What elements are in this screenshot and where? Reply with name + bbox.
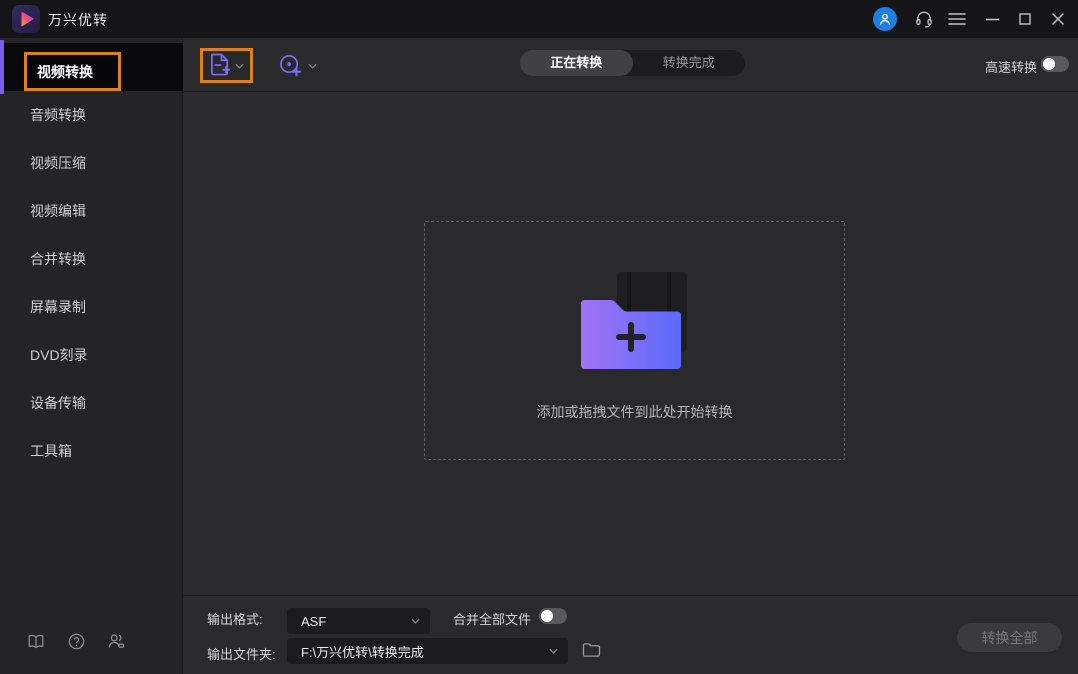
sidebar: 视频转换 音频转换 视频压缩 视频编辑 合并转换 屏幕录制 DVD刻录 设备传输… xyxy=(0,38,183,674)
maximize-icon[interactable] xyxy=(1012,6,1038,32)
chevron-down-icon xyxy=(235,63,244,69)
hamburger-menu-icon[interactable] xyxy=(946,8,968,30)
toolbar: 正在转换 转换完成 高速转换 xyxy=(183,38,1078,92)
output-folder-select[interactable]: F:\万兴优转\转换完成 xyxy=(287,638,568,664)
active-item-highlight-box: 视频转换 xyxy=(24,52,121,91)
add-disc-icon xyxy=(279,54,302,77)
add-file-icon xyxy=(210,53,231,78)
contact-icon[interactable] xyxy=(106,631,126,651)
sidebar-item-screen-record[interactable]: 屏幕录制 xyxy=(0,284,182,330)
sidebar-item-dvd-burn[interactable]: DVD刻录 xyxy=(0,332,182,378)
add-file-button[interactable] xyxy=(200,48,253,83)
sidebar-item-label: 视频编辑 xyxy=(30,201,86,221)
minimize-icon[interactable] xyxy=(979,6,1005,32)
sidebar-item-video-compress[interactable]: 视频压缩 xyxy=(0,140,182,186)
dropzone-hint: 添加或拖拽文件到此处开始转换 xyxy=(425,402,844,422)
merge-files-label: 合并全部文件 xyxy=(453,609,531,628)
output-folder-value: F:\万兴优转\转换完成 xyxy=(301,642,549,661)
app-title: 万兴优转 xyxy=(48,10,108,30)
sidebar-item-label: 合并转换 xyxy=(30,249,86,269)
app-logo xyxy=(12,5,40,33)
sidebar-item-audio-convert[interactable]: 音频转换 xyxy=(0,92,182,138)
output-panel: 输出格式: ASF 合并全部文件 输出文件夹: F:\万兴优转\转换完成 转换全… xyxy=(183,595,1078,674)
sidebar-item-label: DVD刻录 xyxy=(30,345,88,365)
sidebar-item-merge-convert[interactable]: 合并转换 xyxy=(0,236,182,282)
chevron-down-icon xyxy=(411,618,420,624)
fast-convert-toggle[interactable] xyxy=(1041,56,1069,72)
output-format-value: ASF xyxy=(301,614,411,629)
sidebar-item-label: 视频压缩 xyxy=(30,153,86,173)
sidebar-item-video-convert[interactable]: 视频转换 xyxy=(4,43,183,91)
sidebar-item-label: 屏幕录制 xyxy=(30,297,86,317)
add-folder-illustration xyxy=(581,272,689,377)
output-format-label: 输出格式: xyxy=(207,609,263,628)
app-window: 万兴优转 xyxy=(0,0,1078,674)
output-folder-label: 输出文件夹: xyxy=(207,644,276,663)
sidebar-item-device-transfer[interactable]: 设备传输 xyxy=(0,380,182,426)
sidebar-item-label: 工具箱 xyxy=(30,441,72,461)
sidebar-item-label: 视频转换 xyxy=(37,62,93,82)
file-dropzone[interactable]: 添加或拖拽文件到此处开始转换 xyxy=(424,221,845,460)
book-icon[interactable] xyxy=(26,631,46,651)
headset-icon[interactable] xyxy=(913,8,935,30)
folder-browse-button[interactable] xyxy=(580,640,602,660)
folder-browse-icon xyxy=(582,642,601,658)
help-icon[interactable] xyxy=(66,631,86,651)
convert-status-tabs: 正在转换 转换完成 xyxy=(520,50,745,76)
tab-finished[interactable]: 转换完成 xyxy=(633,50,746,76)
merge-files-toggle[interactable] xyxy=(539,608,567,624)
sidebar-item-label: 音频转换 xyxy=(30,105,86,125)
fast-convert-label: 高速转换 xyxy=(985,57,1037,76)
sidebar-item-label: 设备传输 xyxy=(30,393,86,413)
add-disc-button[interactable] xyxy=(279,53,321,78)
output-format-select[interactable]: ASF xyxy=(287,608,430,634)
main-content: 添加或拖拽文件到此处开始转换 xyxy=(183,92,1078,595)
chevron-down-icon xyxy=(308,63,317,69)
convert-all-button[interactable]: 转换全部 xyxy=(957,623,1062,652)
sidebar-item-toolbox[interactable]: 工具箱 xyxy=(0,428,182,474)
sidebar-item-video-edit[interactable]: 视频编辑 xyxy=(0,188,182,234)
close-icon[interactable] xyxy=(1045,6,1071,32)
sidebar-footer xyxy=(0,629,182,669)
chevron-down-icon xyxy=(549,648,558,654)
tab-converting[interactable]: 正在转换 xyxy=(520,50,633,76)
play-logo-icon xyxy=(12,5,40,33)
user-avatar-icon[interactable] xyxy=(873,7,897,31)
titlebar: 万兴优转 xyxy=(0,0,1078,38)
